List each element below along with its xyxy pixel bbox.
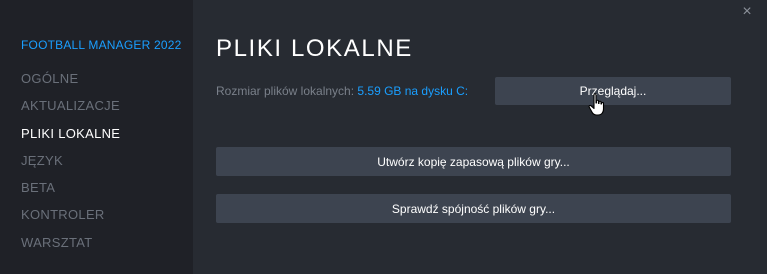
sidebar-item-workshop[interactable]: WARSZTAT [21, 234, 120, 261]
game-title: FOOTBALL MANAGER 2022 [21, 38, 182, 52]
backup-files-button[interactable]: Utwórz kopię zapasową plików gry... [216, 147, 731, 176]
sidebar-item-updates[interactable]: AKTUALIZACJE [21, 97, 120, 124]
size-value: 5.59 GB na dysku C: [357, 84, 469, 98]
browse-button[interactable]: Przeglądaj... [495, 77, 731, 105]
sidebar-nav: OGÓLNE AKTUALIZACJE PLIKI LOKALNE JĘZYK … [21, 70, 120, 261]
sidebar-item-local-files[interactable]: PLIKI LOKALNE [21, 125, 120, 152]
local-files-size: Rozmiar plików lokalnych: 5.59 GB na dys… [216, 84, 468, 98]
sidebar-item-general[interactable]: OGÓLNE [21, 70, 120, 97]
sidebar: FOOTBALL MANAGER 2022 OGÓLNE AKTUALIZACJ… [0, 0, 193, 274]
sidebar-item-controller[interactable]: KONTROLER [21, 206, 120, 233]
size-label: Rozmiar plików lokalnych: [216, 84, 355, 98]
close-icon[interactable]: × [737, 2, 757, 22]
verify-files-button[interactable]: Sprawdź spójność plików gry... [216, 194, 731, 223]
main-panel: × PLIKI LOKALNE Rozmiar plików lokalnych… [193, 0, 767, 274]
sidebar-item-beta[interactable]: BETA [21, 179, 120, 206]
page-title: PLIKI LOKALNE [216, 35, 413, 62]
hand-cursor-icon [588, 93, 605, 116]
sidebar-item-language[interactable]: JĘZYK [21, 152, 120, 179]
